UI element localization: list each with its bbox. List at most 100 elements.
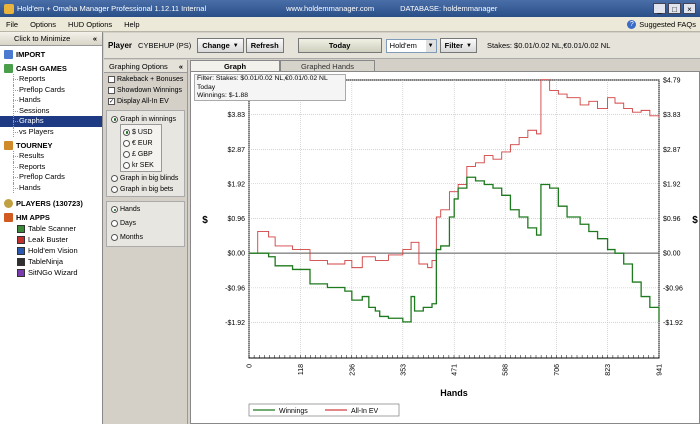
game-type-select[interactable]: Hold'em ▼ xyxy=(385,38,437,53)
graph-winnings-radio[interactable]: Graph in winnings xyxy=(107,114,184,124)
today-button[interactable]: Today xyxy=(297,38,382,53)
sidebar-item-results[interactable]: Results xyxy=(0,151,102,162)
change-player-button[interactable]: Change ▼ xyxy=(197,38,244,53)
sidebar-item-reports[interactable]: Reports xyxy=(0,74,102,85)
time-months-radio[interactable]: Months xyxy=(107,231,184,244)
dropdown-arrow-icon: ▼ xyxy=(466,42,472,49)
radio-icon xyxy=(111,220,118,227)
tab-graph[interactable]: Graph xyxy=(190,60,280,71)
graphing-options-title: Graphing Options xyxy=(109,61,168,71)
player-name: CYBEHUP (PS) xyxy=(138,41,192,50)
chevron-down-icon: ▼ xyxy=(425,39,436,52)
nav-cash-games[interactable]: CASH GAMES xyxy=(0,62,102,74)
currency-usd-radio[interactable]: $ USD xyxy=(121,127,161,137)
graph-panel: $4.79$4.79$3.83$3.83$2.87$2.87$1.92$1.92… xyxy=(190,71,700,424)
window-title: Hold'em + Omaha Manager Professional 1.1… xyxy=(17,4,207,13)
game-type-value: Hold'em xyxy=(389,41,417,50)
radio-selected-icon xyxy=(111,206,118,213)
app-label: Hold'em Vision xyxy=(28,246,78,255)
nav-tourney[interactable]: TOURNEY xyxy=(0,139,102,151)
x-tick-label: 353 xyxy=(400,364,407,376)
radio-icon xyxy=(123,139,130,147)
winnings-chart: $4.79$4.79$3.83$3.83$2.87$2.87$1.92$1.92… xyxy=(202,78,698,417)
sidebar-item-vs-players[interactable]: vs Players xyxy=(0,126,102,138)
filter-line-date: Today xyxy=(197,83,216,91)
x-tick-label: 823 xyxy=(605,364,612,376)
radio-icon xyxy=(123,161,130,169)
close-icon[interactable]: × xyxy=(683,3,696,14)
time-label: Days xyxy=(120,220,136,227)
tourney-icon xyxy=(4,140,13,150)
app-leak-buster[interactable]: Leak Buster xyxy=(0,234,102,245)
showdown-checkbox[interactable]: Showdown Winnings xyxy=(104,85,187,95)
tab-graphed-hands[interactable]: Graphed Hands xyxy=(280,60,375,71)
help-icon: ? xyxy=(627,19,637,29)
graph-big-blinds-radio[interactable]: Graph in big blinds xyxy=(107,173,184,183)
y-tick-label-right: $3.83 xyxy=(663,112,681,119)
filter-button[interactable]: Filter ▼ xyxy=(439,38,477,53)
nav-tourney-label: TOURNEY xyxy=(16,140,53,150)
sidebar-item-sessions[interactable]: Sessions xyxy=(0,105,102,117)
database-label: DATABASE: holdemmanager xyxy=(400,4,498,13)
time-label: Months xyxy=(120,234,143,241)
currency-group: $ USD € EUR £ GBP kr SEK xyxy=(120,124,162,172)
maximize-icon[interactable]: □ xyxy=(668,3,681,14)
legend-label: Winnings xyxy=(279,408,308,415)
sidebar-item-tourney-reports[interactable]: Reports xyxy=(0,161,102,173)
app-sitngo-wizard[interactable]: SitNGo Wizard xyxy=(0,267,102,278)
radio-icon xyxy=(123,150,130,158)
menu-help[interactable]: Help xyxy=(118,20,145,29)
menu-file[interactable]: File xyxy=(0,20,24,29)
minimize-icon[interactable]: _ xyxy=(653,3,666,14)
currency-eur-radio[interactable]: € EUR xyxy=(121,138,161,148)
app-holdem-vision[interactable]: Hold'em Vision xyxy=(0,245,102,256)
y-tick-label-left: -$1.92 xyxy=(225,320,245,327)
sidebar-item-tourney-preflop[interactable]: Preflop Cards xyxy=(0,172,102,183)
graphing-options-header[interactable]: Graphing Options « xyxy=(104,60,187,73)
tableninja-icon xyxy=(17,257,25,266)
checkbox-icon xyxy=(108,86,115,94)
refresh-button[interactable]: Refresh xyxy=(245,38,284,53)
suggested-faqs-link[interactable]: ? Suggested FAQs xyxy=(627,19,700,29)
units-group: Graph in winnings $ USD € EUR £ GBP kr S… xyxy=(106,110,185,197)
dropdown-arrow-icon: ▼ xyxy=(232,42,239,49)
sidebar-item-preflop-cards[interactable]: Preflop Cards xyxy=(0,84,102,96)
app-tableninja[interactable]: TableNinja xyxy=(0,256,102,267)
cash-games-icon xyxy=(4,63,13,73)
menu-options[interactable]: Options xyxy=(24,20,62,29)
sidebar-item-graphs[interactable]: Graphs xyxy=(0,116,102,127)
radio-icon xyxy=(111,185,118,193)
stakes-label: Stakes: $0.01/0.02 NL,€0.01/0.02 NL xyxy=(486,41,611,50)
app-label: Leak Buster xyxy=(28,235,69,244)
minimize-sidebar-button[interactable]: Click to Minimize « xyxy=(0,32,102,46)
app-table-scanner[interactable]: Table Scanner xyxy=(0,223,102,234)
graph-big-bets-radio[interactable]: Graph in big bets xyxy=(107,184,184,194)
nav-import[interactable]: IMPORT xyxy=(0,48,102,60)
import-icon xyxy=(4,49,13,59)
rakeback-checkbox[interactable]: Rakeback + Bonuses xyxy=(104,74,187,84)
x-tick-label: 118 xyxy=(298,364,305,375)
y-axis-label-right: $ xyxy=(692,215,698,226)
legend-label: All-In EV xyxy=(351,408,379,415)
time-days-radio[interactable]: Days xyxy=(107,217,184,230)
currency-label: $ USD xyxy=(132,128,153,136)
allin-ev-checkbox[interactable]: ✓ Display All-In EV xyxy=(104,96,187,106)
sidebar-item-tourney-hands[interactable]: Hands xyxy=(0,182,102,194)
y-tick-label-left: $1.92 xyxy=(227,181,245,188)
nav-hm-apps[interactable]: HM APPS xyxy=(0,211,102,223)
y-tick-label-left: $2.87 xyxy=(227,147,245,154)
sidebar-item-hands[interactable]: Hands xyxy=(0,95,102,106)
menu-hud-options[interactable]: HUD Options xyxy=(62,20,118,29)
table-scanner-icon xyxy=(17,224,25,233)
y-tick-label-left: $3.83 xyxy=(227,112,245,119)
time-hands-radio[interactable]: Hands xyxy=(107,203,184,216)
nav-players[interactable]: PLAYERS (130723) xyxy=(0,197,102,209)
allin-ev-label: Display All-In EV xyxy=(117,97,169,105)
currency-gbp-radio[interactable]: £ GBP xyxy=(121,149,161,159)
menu-bar: File Options HUD Options Help ? Suggeste… xyxy=(0,17,700,32)
time-label: Hands xyxy=(120,206,141,213)
currency-sek-radio[interactable]: kr SEK xyxy=(121,160,161,170)
radio-selected-icon xyxy=(111,115,118,123)
y-tick-label-right: -$0.96 xyxy=(663,285,683,292)
x-tick-label: 706 xyxy=(554,364,561,376)
